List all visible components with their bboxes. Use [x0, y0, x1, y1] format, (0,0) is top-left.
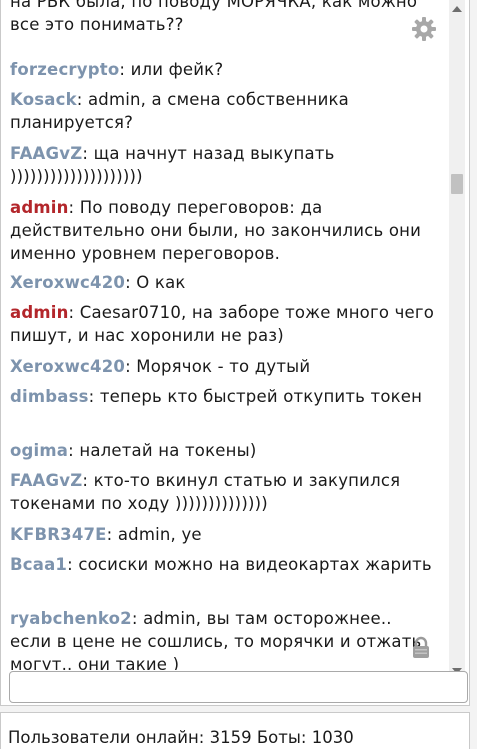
- message-author-admin[interactable]: admin: [10, 303, 69, 322]
- message-text: : теперь кто быстрей откупить токен: [88, 387, 423, 406]
- chat-message: KFBR347E: admin, уе: [10, 523, 435, 546]
- message-author[interactable]: forzecrypto: [10, 60, 119, 79]
- message-author[interactable]: Kosack: [10, 90, 77, 109]
- online-users-text: Пользователи онлайн: 3159 Боты: 1030: [8, 728, 354, 747]
- chat-message: FAAGvZ: кто-то вкинул статью и закупился…: [10, 469, 435, 515]
- message-author[interactable]: ogima: [10, 441, 68, 460]
- message-text: на РБК была, по поводу МОРЯЧКА, как можн…: [10, 0, 418, 34]
- scroll-up-arrow-icon[interactable]: [452, 6, 462, 12]
- chat-message: Kosack: admin, а смена собственника план…: [10, 88, 435, 134]
- chat-message: Bcaa1: сосиски можно на видеокартах жари…: [10, 553, 435, 576]
- message-text: : Caesar0710, на заборе тоже много чего …: [10, 303, 435, 345]
- message-author[interactable]: FAAGvZ: [10, 471, 82, 490]
- chat-message: ogima: налетай на токены): [10, 439, 435, 462]
- message-text: : налетай на токены): [68, 441, 257, 460]
- message-author[interactable]: dimbass: [10, 387, 89, 406]
- chat-scrollbar[interactable]: [449, 0, 465, 680]
- message-author[interactable]: ryabchenko2: [10, 609, 132, 628]
- message-text: : или фейк?: [119, 60, 224, 79]
- message-author[interactable]: Bcaa1: [10, 555, 67, 574]
- message-text: : О как: [125, 273, 186, 292]
- message-text: : сосиски можно на видеокартах жарить: [67, 555, 432, 574]
- message-author-admin[interactable]: admin: [10, 198, 69, 217]
- chat-message: ryabchenko2: admin, вы там осторожнее.. …: [10, 607, 435, 670]
- online-status-bar: Пользователи онлайн: 3159 Боты: 1030: [0, 712, 470, 749]
- message-author[interactable]: Xeroxwc420: [10, 273, 125, 292]
- gear-icon[interactable]: [411, 16, 437, 42]
- lock-icon[interactable]: [411, 636, 431, 660]
- chat-message: admin: Caesar0710, на заборе тоже много …: [10, 301, 435, 347]
- chat-message: forzecrypto: или фейк?: [10, 58, 435, 81]
- chat-message: Xeroxwc420: О как: [10, 271, 435, 294]
- scroll-thumb[interactable]: [451, 174, 463, 194]
- message-text: : По поводу переговоров: да действительн…: [10, 198, 422, 263]
- chat-message: dimbass: теперь кто быстрей откупить ток…: [10, 385, 435, 408]
- chat-messages[interactable]: на РБК была, по поводу МОРЯЧКА, как можн…: [1, 0, 448, 670]
- message-text: : Морячок - то дутый: [125, 357, 311, 376]
- chat-message: Xeroxwc420: Морячок - то дутый: [10, 355, 435, 378]
- chat-message: на РБК была, по поводу МОРЯЧКА, как можн…: [10, 0, 435, 36]
- chat-input[interactable]: [9, 671, 468, 703]
- message-author[interactable]: KFBR347E: [10, 525, 107, 544]
- message-text: : admin, уе: [106, 525, 202, 544]
- chat-message: admin: По поводу переговоров: да действи…: [10, 196, 435, 265]
- chat-panel: на РБК была, по поводу МОРЯЧКА, как можн…: [0, 0, 470, 706]
- message-author[interactable]: FAAGvZ: [10, 144, 82, 163]
- chat-message: FAAGvZ: ща начнут назад выкупать )))))))…: [10, 142, 435, 188]
- message-author[interactable]: Xeroxwc420: [10, 357, 125, 376]
